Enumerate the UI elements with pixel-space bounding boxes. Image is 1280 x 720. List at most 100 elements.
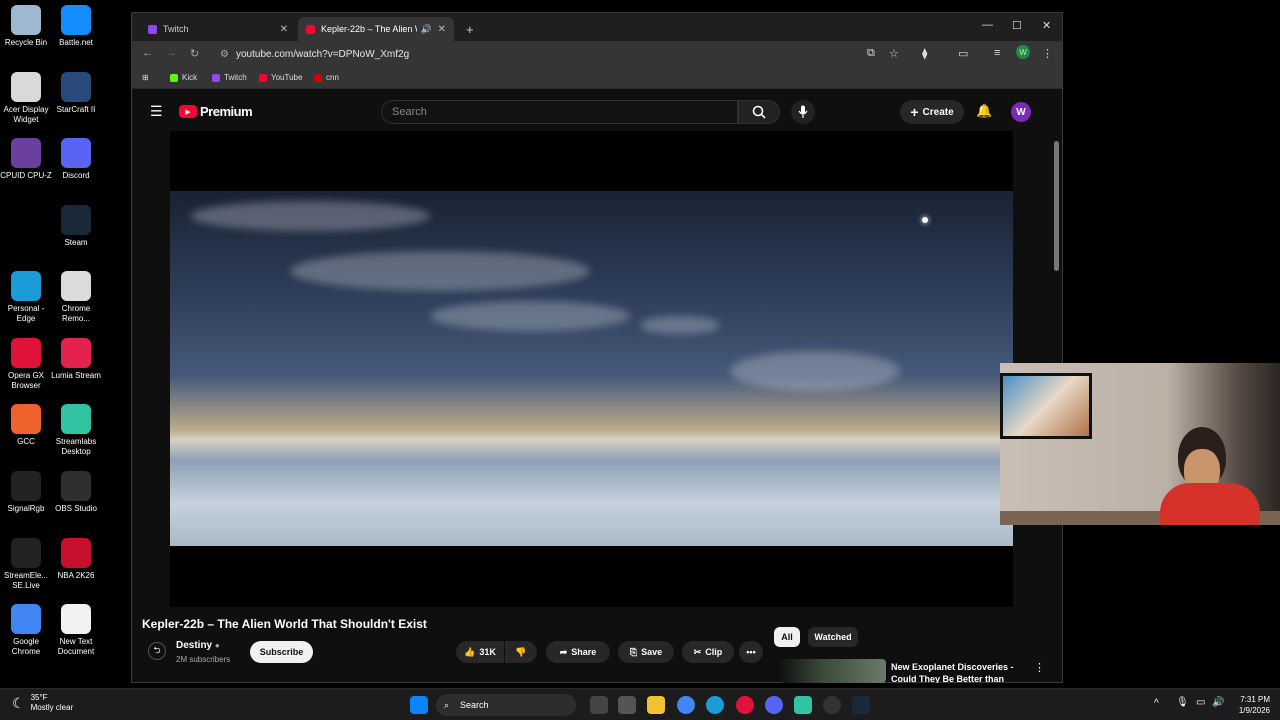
video-title: Kepler-22b – The Alien World That Should… [142,617,427,631]
url-field[interactable]: ⚙ youtube.com/watch?v=DPNoW_Xmf2g [214,45,794,64]
bookmark-kick[interactable]: Kick [170,73,197,82]
close-tab-icon[interactable]: ✕ [280,24,288,35]
file-explorer-icon[interactable] [647,696,665,714]
mic-tray-icon[interactable]: 🎙 [1176,697,1189,708]
bookmark-youtube[interactable]: YouTube [259,73,302,82]
share-label: Share [571,647,597,657]
youtube-logo[interactable]: ▶ Premium [179,104,253,119]
desktop-icon[interactable]: Google Chrome [0,604,52,657]
back-icon[interactable]: ← [142,47,153,59]
video-frame[interactable] [170,191,1013,546]
install-icon[interactable]: ⧉ [867,47,875,60]
video-player[interactable] [170,131,1013,607]
desktop-icon-label: Acer Display Widget [3,105,49,124]
bookmark-twitch[interactable]: Twitch [212,73,247,82]
channel-name[interactable]: Destiny ● [176,640,220,651]
scrollbar-thumb[interactable] [1054,141,1059,271]
desktop-icon[interactable]: StarCraft II [50,72,102,115]
desktop-icon[interactable]: OBS Studio [50,471,102,514]
suggested-video-thumbnail[interactable] [780,659,886,683]
notifications-bell-icon[interactable]: 🔔 [976,103,992,119]
desktop-icon[interactable]: SignalRgb [0,471,52,514]
reload-icon[interactable]: ↻ [190,47,199,60]
thumbs-up-icon: 👍 [464,646,476,657]
desktop-icon[interactable]: Discord [50,138,102,181]
edge-taskbar-icon[interactable] [706,696,724,714]
account-avatar[interactable]: W [1011,102,1031,122]
minimize-icon[interactable]: — [982,19,993,31]
extensions-icon[interactable]: ⧫ [922,47,927,60]
desktop-icon[interactable]: Recycle Bin [0,5,52,48]
desktop-icon[interactable]: Battle.net [50,5,102,48]
chip-watched[interactable]: Watched [808,627,858,647]
weather-widget[interactable]: ☾ 35°F Mostly clear [12,693,73,713]
clip-button[interactable]: ✂ Clip [682,641,734,663]
suggested-menu-icon[interactable]: ⋮ [1034,661,1045,674]
media-icon[interactable]: ≡ [994,47,1000,59]
discord-taskbar-icon[interactable] [765,696,783,714]
site-info-icon[interactable]: ⚙ [220,45,229,64]
desktop-icon[interactable]: Streamlabs Desktop [50,404,102,457]
subscribe-button[interactable]: Subscribe [250,641,313,663]
clock[interactable]: 7:31 PM 1/9/2026 [1228,694,1270,716]
volume-icon[interactable]: 🔊 [1212,697,1224,708]
webcam-overlay [1000,363,1280,525]
chip-all[interactable]: All [774,627,800,647]
forward-icon[interactable]: → [166,47,177,59]
dislike-button[interactable]: 👎 [505,641,537,663]
opera-gx-taskbar-icon[interactable] [736,696,754,714]
obs-taskbar-icon[interactable] [823,696,841,714]
save-button[interactable]: ⎘ Save [618,641,674,663]
search-input[interactable]: Search [381,100,738,124]
steam-taskbar-icon[interactable] [852,696,870,714]
streamlabs-taskbar-icon[interactable] [794,696,812,714]
chrome-remote-icon [61,271,91,301]
cloud-shape [290,251,590,291]
desktop-icon[interactable]: Acer Display Widget [0,72,52,125]
task-view-icon[interactable] [590,696,608,714]
voice-search-button[interactable] [791,100,815,124]
tab-youtube[interactable]: Kepler-22b – The Alien Wor 🔊 ✕ [298,17,454,41]
chrome-taskbar-icon[interactable] [677,696,695,714]
suggested-video-title[interactable]: New Exoplanet Discoveries - Could They B… [891,661,1031,683]
tray-chevron-icon[interactable]: ^ [1154,698,1159,709]
bookmark-star-icon[interactable]: ☆ [889,47,899,60]
like-button[interactable]: 👍 31K [456,641,504,663]
widgets-icon[interactable] [618,696,636,714]
network-icon[interactable]: ▭ [1196,697,1205,708]
desktop-icon[interactable]: GCC [0,404,52,447]
subscriber-count: 2M subscribers [176,655,231,664]
desktop-icon[interactable]: Lumia Stream [50,338,102,381]
create-button[interactable]: + Create [900,100,964,124]
more-actions-button[interactable]: ••• [739,641,763,663]
desktop-icon[interactable]: Personal - Edge [0,271,52,324]
desktop-icon[interactable]: Steam [50,205,102,248]
new-tab-button[interactable]: + [458,17,478,41]
menu-dots-icon[interactable]: ⋮ [1042,47,1053,60]
desktop-icon[interactable]: Chrome Remo... [50,271,102,324]
speaker-icon[interactable]: 🔊 [421,24,432,35]
taskbar-search[interactable]: ⌕ Search [436,694,576,716]
channel-avatar[interactable]: ⮌ [148,642,166,660]
plus-icon: + [910,104,919,120]
apps-grid-icon[interactable]: ⊞ [142,73,149,82]
tab-twitch[interactable]: Twitch ✕ [140,17,296,41]
search-button[interactable] [738,100,780,124]
close-tab-icon[interactable]: ✕ [438,24,446,35]
start-windows-icon[interactable] [410,696,428,714]
bookmark-label: YouTube [271,73,303,82]
profile-avatar[interactable]: W [1016,45,1030,59]
desktop-icon[interactable]: CPUID CPU-Z [0,138,52,181]
sidepanel-icon[interactable]: ▭ [958,47,968,60]
desktop-icon-label: SignalRgb [7,504,45,513]
desktop: Recycle Bin Battle.net Acer Display Widget… [0,0,1280,688]
bookmark-cnn[interactable]: cnn [314,73,339,82]
desktop-icon[interactable]: NBA 2K26 [50,538,102,581]
desktop-icon[interactable]: StreamEle... SE.Live [0,538,52,591]
maximize-icon[interactable]: ☐ [1012,19,1022,32]
desktop-icon[interactable]: Opera GX Browser [0,338,52,391]
close-window-icon[interactable]: ✕ [1042,19,1051,32]
desktop-icon[interactable]: New Text Document [50,604,102,657]
share-button[interactable]: ➦ Share [546,641,610,663]
hamburger-menu-icon[interactable]: ☰ [150,103,163,120]
